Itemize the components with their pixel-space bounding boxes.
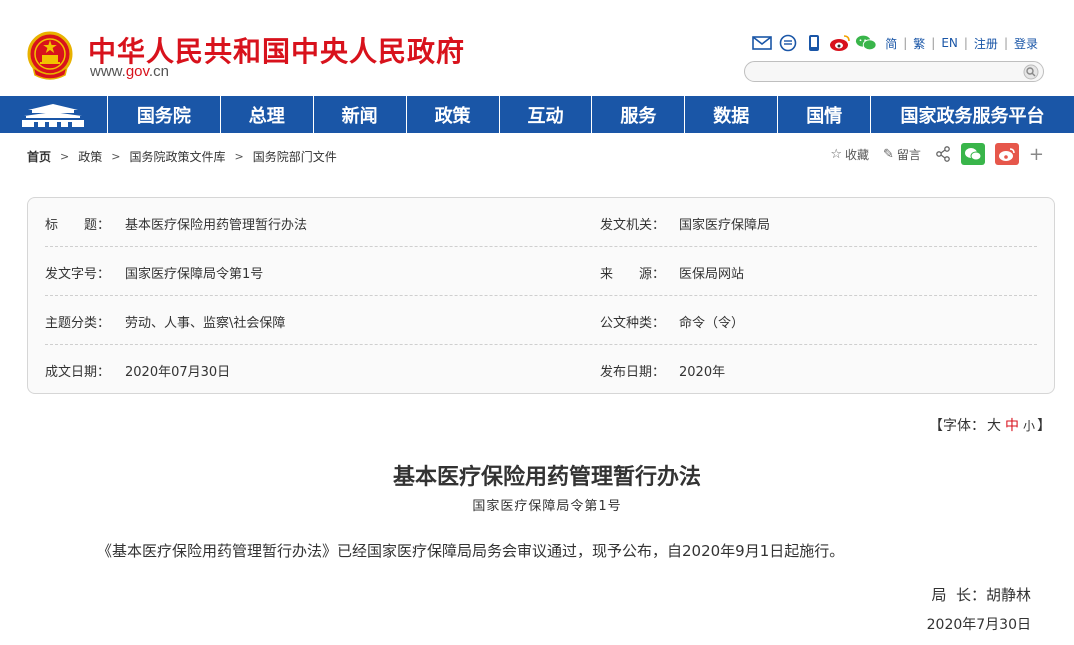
breadcrumb: 首页 > 政策 > 国务院政策文件库 > 国务院部门文件	[27, 148, 337, 165]
site-header: 中华人民共和国中央人民政府 www.gov.cn 简 | 繁 | EN | 注册…	[0, 0, 1074, 96]
nav-item-data[interactable]: 数据	[685, 96, 779, 133]
info-value: 劳动、人事、监察\社会保障	[125, 316, 286, 331]
domain-prefix: www.	[90, 63, 126, 80]
login-link[interactable]: 登录	[1014, 35, 1038, 52]
info-row: 发文字号： 国家医疗保障局令第1号 来 源： 医保局网站	[45, 247, 1037, 296]
main-nav: 国务院 总理 新闻 政策 互动 服务 数据 国情 国家政务服务平台	[0, 96, 1074, 133]
nav-item-gov-service-platform[interactable]: 国家政务服务平台	[871, 96, 1074, 133]
info-value: 2020年07月30日	[125, 365, 231, 380]
share-icon[interactable]	[935, 146, 951, 162]
info-label: 公文种类：	[600, 316, 666, 331]
article-date: 2020年7月30日	[926, 617, 1031, 633]
chevron-right-icon: >	[60, 150, 70, 163]
separator: |	[963, 36, 968, 50]
favorite-button[interactable]: ☆ 收藏	[830, 146, 869, 163]
info-value: 2020年	[679, 365, 726, 380]
nav-item-premier[interactable]: 总理	[221, 96, 314, 133]
article-signature: 局 长：胡静林	[931, 586, 1031, 604]
national-emblem-icon[interactable]	[27, 31, 73, 81]
breadcrumb-home[interactable]: 首页	[27, 148, 51, 165]
breadcrumb-department-docs[interactable]: 国务院部门文件	[253, 148, 337, 165]
info-row: 主题分类： 劳动、人事、监察\社会保障 公文种类： 命令（令）	[45, 296, 1037, 345]
lang-simplified-link[interactable]: 简	[885, 35, 897, 52]
font-size-prefix: 【字体：	[928, 418, 985, 434]
info-label: 发布日期：	[600, 365, 666, 380]
top-links: 简 | 繁 | EN | 注册 | 登录	[751, 33, 1038, 53]
info-label: 发文机关：	[600, 218, 666, 233]
separator: |	[931, 36, 936, 50]
nav-item-service[interactable]: 服务	[592, 96, 686, 133]
font-size-switcher: 【字体：大中小】	[929, 415, 1051, 435]
chevron-right-icon: >	[234, 150, 244, 163]
article-subtitle: 国家医疗保障局令第1号	[472, 499, 622, 514]
wechat-icon[interactable]	[855, 33, 877, 53]
nav-item-news[interactable]: 新闻	[314, 96, 407, 133]
font-size-suffix: 】	[1037, 418, 1051, 434]
site-domain: www.gov.cn	[90, 63, 169, 80]
weibo-icon[interactable]	[829, 33, 851, 53]
nav-item-state-council[interactable]: 国务院	[108, 96, 221, 133]
info-row: 成文日期： 2020年07月30日 发布日期： 2020年	[45, 345, 1037, 394]
nav-item-policy[interactable]: 政策	[407, 96, 500, 133]
mobile-icon[interactable]	[803, 33, 825, 53]
more-share-icon[interactable]: +	[1029, 144, 1044, 165]
domain-suffix: .cn	[148, 63, 169, 80]
info-value: 医保局网站	[679, 267, 745, 282]
lang-english-link[interactable]: EN	[941, 36, 958, 50]
info-label: 发文字号：	[45, 267, 111, 282]
chevron-right-icon: >	[111, 150, 121, 163]
document-info-table: 标 题： 基本医疗保险用药管理暂行办法 发文机关： 国家医疗保障局 发文字号： …	[27, 197, 1055, 394]
breadcrumb-policy-library[interactable]: 国务院政策文件库	[129, 148, 225, 165]
register-link[interactable]: 注册	[974, 35, 998, 52]
message-icon[interactable]	[777, 33, 799, 53]
font-size-large-button[interactable]: 大	[987, 418, 1001, 434]
favorite-label: 收藏	[844, 147, 869, 162]
star-icon: ☆	[830, 146, 842, 162]
separator: |	[1003, 36, 1008, 50]
domain-main: gov	[125, 63, 149, 80]
separator: |	[903, 36, 908, 50]
article-tools: ☆ 收藏 ✎ 留言 +	[816, 143, 1044, 165]
info-label: 主题分类：	[45, 316, 111, 331]
nav-item-interaction[interactable]: 互动	[500, 96, 593, 133]
breadcrumb-policy[interactable]: 政策	[78, 148, 102, 165]
nav-item-national-info[interactable]: 国情	[778, 96, 872, 133]
font-size-medium-button[interactable]: 中	[1005, 418, 1019, 434]
share-weibo-icon[interactable]	[994, 143, 1019, 165]
info-value: 命令（令）	[679, 316, 745, 331]
article-body: 《基本医疗保险用药管理暂行办法》已经国家医疗保障局局务会审议通过，现予公布，自2…	[97, 542, 845, 560]
info-value: 国家医疗保障局令第1号	[125, 267, 264, 282]
tiananmen-icon[interactable]	[0, 96, 108, 133]
info-label: 标 题：	[45, 218, 111, 233]
comment-button[interactable]: ✎ 留言	[883, 146, 921, 163]
font-size-small-button[interactable]: 小	[1023, 419, 1035, 433]
info-value: 基本医疗保险用药管理暂行办法	[125, 218, 308, 233]
article-title: 基本医疗保险用药管理暂行办法	[392, 464, 701, 490]
pencil-icon: ✎	[882, 146, 894, 162]
mail-icon[interactable]	[751, 33, 773, 53]
lang-traditional-link[interactable]: 繁	[913, 35, 925, 52]
search-input[interactable]	[744, 61, 1044, 82]
search-icon[interactable]	[1023, 64, 1039, 80]
info-value: 国家医疗保障局	[679, 218, 771, 233]
share-wechat-icon[interactable]	[960, 143, 985, 165]
comment-label: 留言	[896, 147, 921, 162]
info-label: 成文日期：	[45, 365, 111, 380]
info-label: 来 源：	[600, 267, 666, 282]
info-row: 标 题： 基本医疗保险用药管理暂行办法 发文机关： 国家医疗保障局	[45, 198, 1037, 247]
